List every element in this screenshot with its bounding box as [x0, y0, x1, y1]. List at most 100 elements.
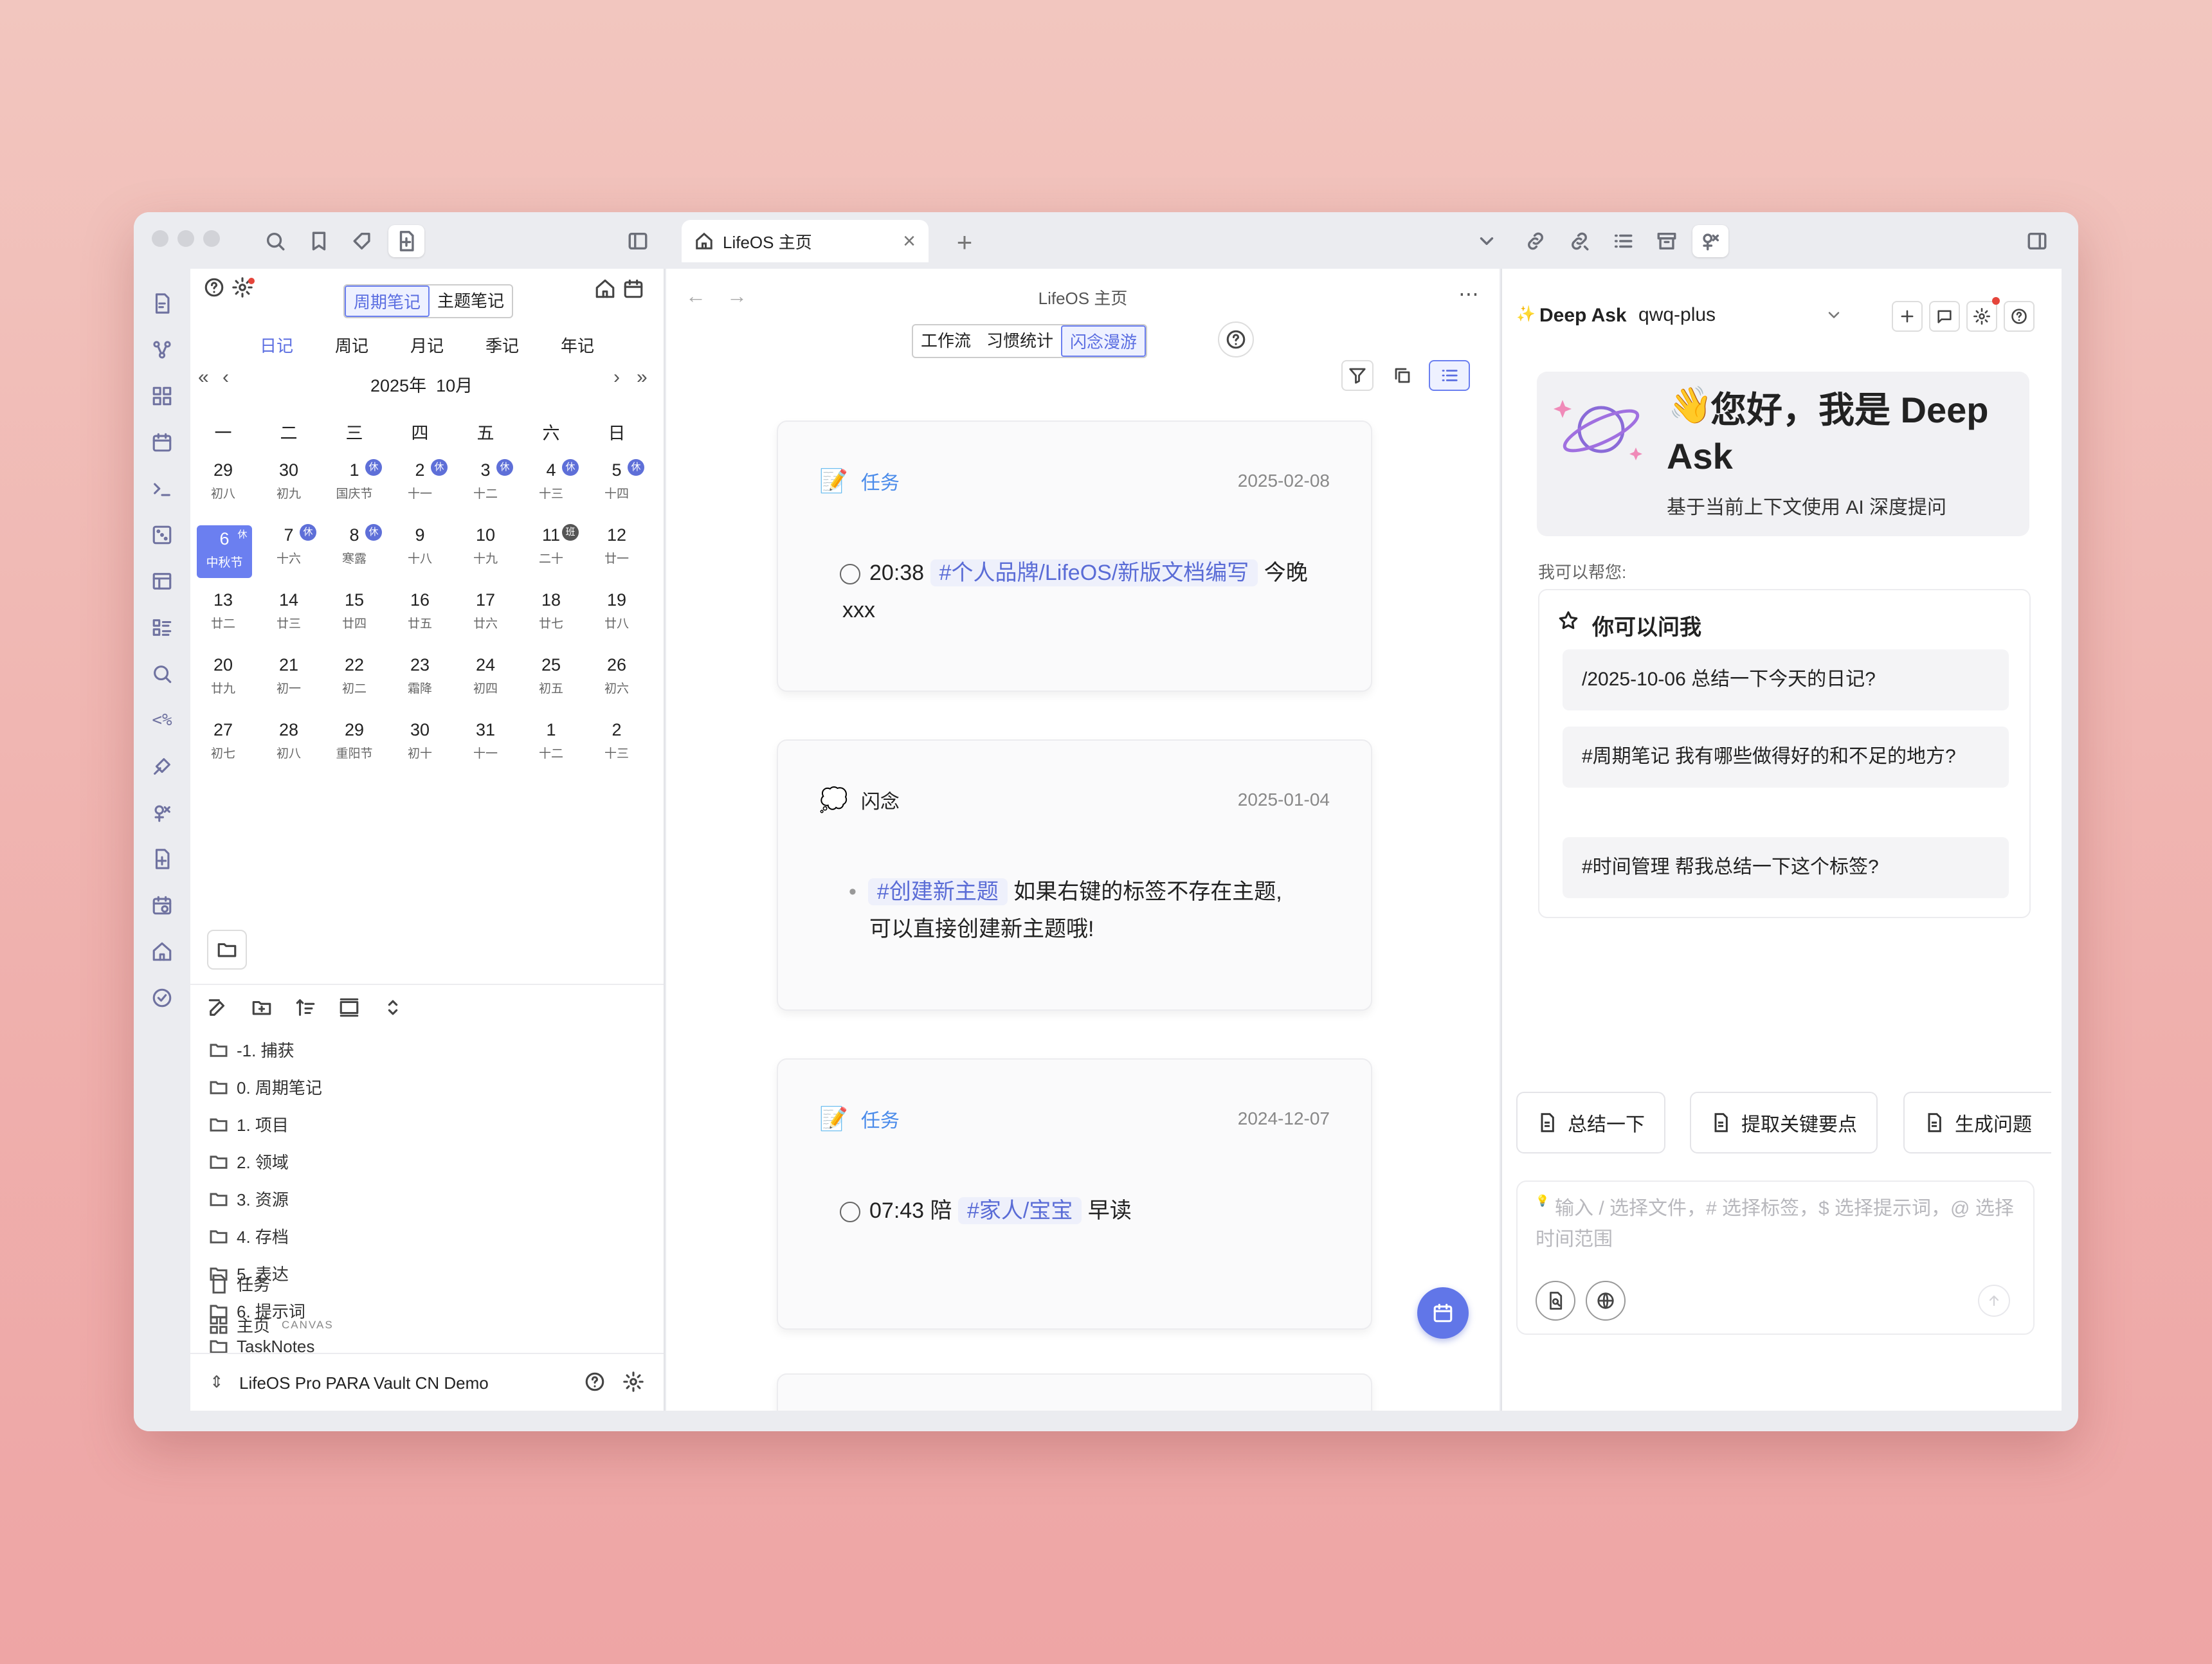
template-icon[interactable]: <%	[148, 706, 176, 734]
auto-reveal-icon[interactable]	[338, 997, 360, 1018]
new-tab-icon[interactable]: +	[947, 226, 983, 258]
settings-icon[interactable]	[622, 1371, 644, 1393]
calendar-day[interactable]: 1 十二	[518, 716, 584, 775]
period-weekly[interactable]: 周记	[335, 333, 368, 357]
history-button[interactable]	[1929, 301, 1960, 332]
calendar-day[interactable]: 29 重阳节	[322, 716, 387, 775]
calendar-day[interactable]: 24 初四	[453, 651, 518, 710]
tags-icon[interactable]	[345, 225, 381, 257]
calendar-day[interactable]: 30 初十	[387, 716, 453, 775]
summarize-button[interactable]: 总结一下	[1516, 1092, 1665, 1153]
help-icon[interactable]	[584, 1371, 606, 1393]
new-folder-icon[interactable]	[251, 997, 273, 1018]
help-button[interactable]	[1218, 321, 1254, 357]
calendar-day[interactable]: 11 二十班	[518, 521, 584, 581]
period-daily[interactable]: 日记	[260, 333, 293, 357]
note-type-periodic[interactable]: 周期笔记	[345, 285, 430, 317]
folder-item[interactable]: 0. 周期笔记	[208, 1075, 322, 1099]
calendar-fab[interactable]	[1417, 1287, 1469, 1339]
view-workflow[interactable]: 工作流	[913, 325, 979, 357]
generate-questions-button[interactable]: 生成问题	[1903, 1092, 2051, 1153]
file-item-task[interactable]: 任务	[208, 1272, 270, 1296]
close-tab-icon[interactable]: ×	[903, 229, 916, 254]
calendar-day[interactable]: 29 初八	[190, 457, 256, 516]
calendar-day[interactable]: 10 十九	[453, 521, 518, 581]
zoom-window-button[interactable]	[203, 230, 220, 247]
calendar-day[interactable]: 2 十三	[584, 716, 649, 775]
calendar-day[interactable]: 5 十四休	[584, 457, 649, 516]
calendar-day[interactable]: 7 十六休	[256, 521, 322, 581]
web-search-button[interactable]	[1586, 1281, 1626, 1321]
toggle-left-sidebar-icon[interactable]	[620, 225, 656, 257]
list-view-button[interactable]	[1429, 360, 1470, 391]
home-icon[interactable]	[594, 278, 616, 300]
search-icon[interactable]	[148, 660, 176, 688]
calendar-day[interactable]: 3 十二休	[453, 457, 518, 516]
calendar-day[interactable]: 30 初九	[256, 457, 322, 516]
new-note-icon[interactable]	[207, 997, 229, 1018]
task-checkbox[interactable]	[840, 564, 860, 585]
prev-year-icon[interactable]: «	[198, 366, 209, 388]
calendar-day[interactable]: 19 廿八	[584, 586, 649, 646]
calendar-day[interactable]: 27 初七	[190, 716, 256, 775]
copy-button[interactable]	[1386, 360, 1419, 391]
calendar-icon[interactable]	[148, 428, 176, 457]
period-yearly[interactable]: 年记	[561, 333, 594, 357]
help-button[interactable]	[2004, 301, 2035, 332]
calendar-day[interactable]: 28 初八	[256, 716, 322, 775]
calendar-day[interactable]: 12 廿一	[584, 521, 649, 581]
calendar-day[interactable]: 9 十八	[387, 521, 453, 581]
more-options-icon[interactable]: ⋯	[1458, 282, 1480, 306]
thought-card[interactable]: 💭 闪念 2025-01-04 • #创建新主题 如果右键的标签不存在主题, 可以直…	[777, 739, 1372, 1011]
deep-ask-icon[interactable]	[1692, 225, 1728, 257]
view-habits[interactable]: 习惯统计	[979, 325, 1061, 357]
send-button[interactable]	[1978, 1285, 2010, 1317]
tag-chip[interactable]: #创建新主题	[867, 878, 1008, 905]
vault-switch-icon[interactable]: ⇕	[210, 1372, 224, 1392]
calendar-day[interactable]: 15 廿四	[322, 586, 387, 646]
calendar-day[interactable]: 22 初二	[322, 651, 387, 710]
settings-button[interactable]	[1966, 301, 1997, 332]
folder-item[interactable]: 1. 项目	[208, 1112, 289, 1136]
close-window-button[interactable]	[152, 230, 168, 247]
next-month-icon[interactable]: ›	[613, 366, 620, 388]
suggested-question[interactable]: /2025-10-06 总结一下今天的日记?	[1563, 649, 2009, 710]
collapse-all-icon[interactable]	[382, 997, 404, 1018]
bookmark-icon[interactable]	[301, 225, 337, 257]
calendar-day[interactable]: 4 十三休	[518, 457, 584, 516]
note-type-topic[interactable]: 主题笔记	[430, 285, 512, 317]
calendar-day[interactable]: 31 十一	[453, 716, 518, 775]
add-file-icon[interactable]	[148, 845, 176, 873]
next-year-icon[interactable]: »	[637, 366, 648, 388]
task-card[interactable]: 📝 任务 2025-02-08 20:38 #个人品牌/LifeOS/新版文档编写…	[777, 421, 1372, 692]
dashboard-icon[interactable]	[148, 382, 176, 410]
folder-item[interactable]: 3. 资源	[208, 1187, 289, 1211]
filter-button[interactable]	[1341, 360, 1373, 391]
folder-item[interactable]: 4. 存档	[208, 1224, 289, 1248]
file-item-home[interactable]: 主页 CANVAS	[208, 1313, 334, 1337]
help-icon[interactable]	[203, 276, 225, 298]
calendar-icon[interactable]	[622, 278, 644, 300]
search-icon[interactable]	[257, 225, 293, 257]
minimize-window-button[interactable]	[177, 230, 194, 247]
suggested-question[interactable]: #周期笔记 我有哪些做得好的和不足的地方?	[1563, 727, 2009, 788]
calendar-day[interactable]: 8 寒露休	[322, 521, 387, 581]
chevron-down-icon[interactable]	[1469, 225, 1505, 257]
new-chat-button[interactable]	[1892, 301, 1923, 332]
period-monthly[interactable]: 月记	[410, 333, 444, 357]
model-select[interactable]: qwq-plus	[1631, 297, 1843, 333]
calendar-day[interactable]: 13 廿二	[190, 586, 256, 646]
backlinks-icon[interactable]	[1518, 225, 1554, 257]
view-thoughts[interactable]: 闪念漫游	[1061, 325, 1147, 357]
random-note-icon[interactable]	[148, 521, 176, 549]
extract-keypoints-button[interactable]: 提取关键要点	[1690, 1092, 1878, 1153]
calendar-day[interactable]: 2 十一休	[387, 457, 453, 516]
archive-icon[interactable]	[1649, 225, 1685, 257]
graph-icon[interactable]	[148, 336, 176, 364]
calendar-day[interactable]: 14 廿三	[256, 586, 322, 646]
outgoing-links-icon[interactable]	[1561, 225, 1597, 257]
prev-month-icon[interactable]: ‹	[222, 366, 229, 388]
tag-chip[interactable]: #家人/宝宝	[957, 1197, 1082, 1224]
period-quarterly[interactable]: 季记	[485, 333, 519, 357]
toggle-right-sidebar-icon[interactable]	[2019, 225, 2055, 257]
